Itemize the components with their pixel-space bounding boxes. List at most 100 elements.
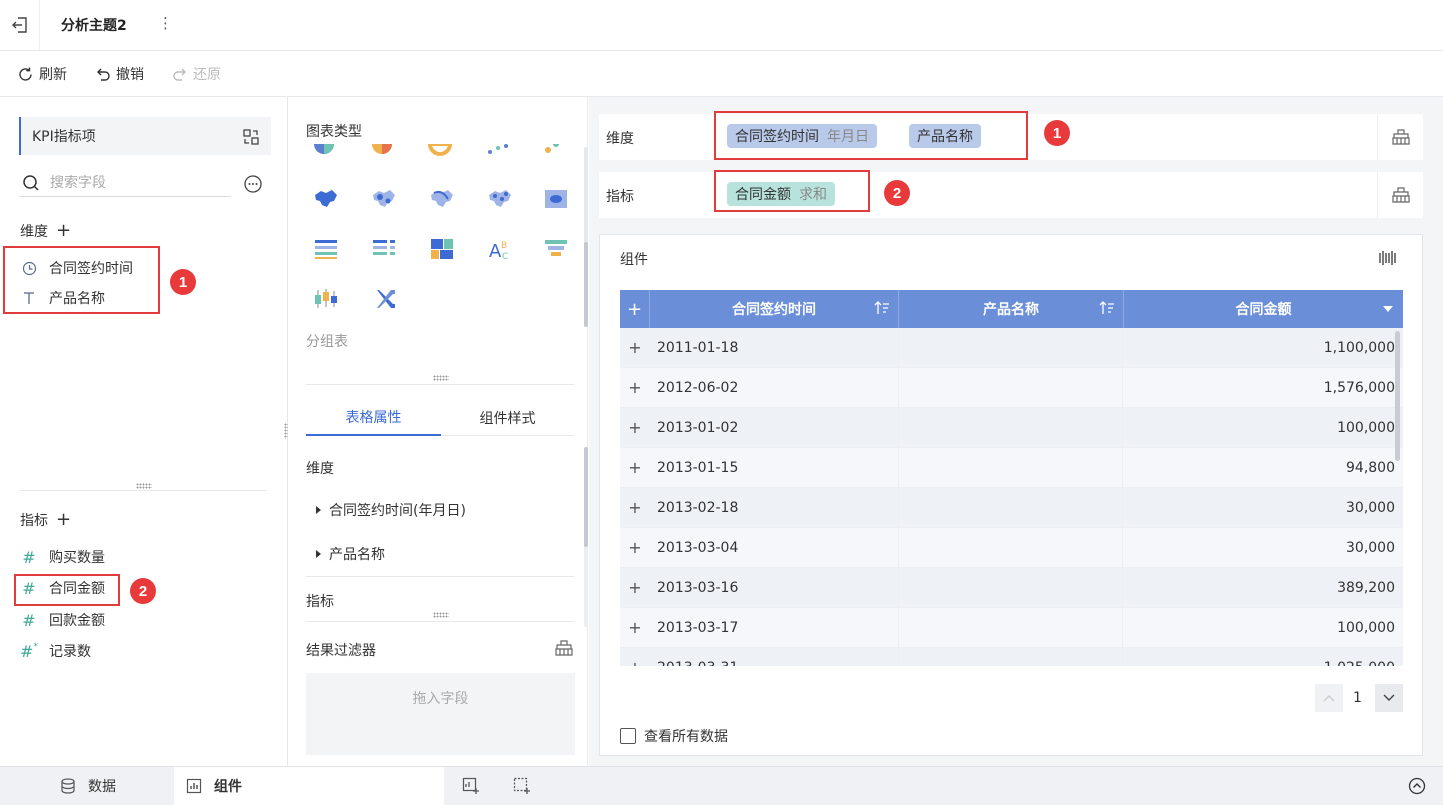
chart-type-treemap-icon[interactable]	[428, 237, 456, 261]
expand-row-icon[interactable]: +	[620, 338, 650, 357]
chart-type-funnel-icon[interactable]	[542, 237, 570, 261]
chart-type-flow-map-icon[interactable]	[428, 187, 456, 211]
table-row[interactable]: +2013-01-02 100,000	[620, 407, 1403, 448]
toolbar: 刷新 撤销 还原	[0, 51, 1443, 97]
view-all-checkbox[interactable]	[620, 728, 636, 744]
table-row[interactable]: +2013-03-17 100,000	[620, 607, 1403, 648]
callout-badge-2: 2	[130, 578, 156, 604]
search-input[interactable]	[50, 174, 220, 191]
filter-settings-icon[interactable]	[554, 639, 574, 657]
field-item-payment-amount[interactable]: # 回款金额	[20, 609, 105, 631]
table-row[interactable]: +2011-01-18 1,100,000	[620, 328, 1403, 368]
redo-label: 还原	[193, 67, 221, 83]
column-header-product-name[interactable]: 产品名称	[899, 290, 1124, 328]
database-icon	[60, 778, 76, 794]
table-row[interactable]: +2013-03-16 389,200	[620, 567, 1403, 608]
widget-title: 组件	[620, 252, 648, 268]
refresh-label: 刷新	[39, 67, 67, 83]
table-row[interactable]: +2013-03-04 30,000	[620, 527, 1403, 568]
filter-drop-zone[interactable]: 拖入字段	[306, 673, 575, 755]
collapse-up-icon[interactable]	[1408, 777, 1426, 795]
hash-icon: #	[22, 547, 36, 567]
measure-section: 指标 +	[20, 509, 71, 530]
table-row[interactable]: +2013-02-18 30,000	[620, 487, 1403, 528]
expand-triangle-icon	[316, 506, 321, 514]
cell-product-name	[898, 407, 1123, 448]
expand-row-icon[interactable]: +	[620, 538, 650, 557]
table-row[interactable]: +2012-06-02 1,576,000	[620, 367, 1403, 408]
page-prev-button[interactable]	[1315, 684, 1343, 712]
highlight-box-measure-shelf	[714, 170, 870, 212]
more-menu-icon[interactable]: ⋮	[158, 14, 173, 32]
field-item-contract-amount[interactable]: # 合同金额	[20, 577, 105, 599]
cell-contract-date: 2012-06-02	[657, 379, 739, 396]
field-item-product-name[interactable]: 产品名称	[20, 287, 105, 309]
kpi-selector[interactable]: KPI指标项	[19, 117, 271, 155]
expand-row-icon[interactable]: +	[620, 418, 650, 437]
chart-type-cross-table-icon[interactable]	[370, 237, 398, 261]
redo-button[interactable]: 还原	[172, 64, 221, 84]
switch-icon[interactable]	[242, 128, 260, 146]
column-header-contract-date[interactable]: 合同签约时间	[650, 290, 899, 328]
prop-dimension-product-name[interactable]: 产品名称	[316, 544, 385, 564]
field-item-record-count[interactable]: # * 记录数	[20, 640, 91, 662]
chart-type-word-cloud-icon[interactable]: ABC	[486, 237, 514, 261]
more-options-icon[interactable]	[243, 174, 263, 194]
chart-type-map-icon[interactable]	[312, 187, 340, 211]
chart-type-bubble-map-icon[interactable]	[370, 187, 398, 211]
search-icon	[22, 174, 40, 192]
column-header-contract-amount[interactable]: 合同金额	[1124, 290, 1403, 328]
column-label: 产品名称	[983, 302, 1039, 318]
refresh-button[interactable]: 刷新	[17, 64, 67, 84]
expand-row-icon[interactable]: +	[620, 658, 650, 666]
tab-label: 数据	[88, 779, 116, 795]
prop-dimension-contract-date[interactable]: 合同签约时间(年月日)	[316, 500, 466, 520]
chart-type-point-map-icon[interactable]	[486, 187, 514, 211]
dimension-shelf-settings-icon[interactable]	[1377, 114, 1423, 160]
tab-table-properties[interactable]: 表格属性	[306, 400, 441, 436]
add-measure-icon[interactable]: +	[56, 509, 71, 530]
prop-resize-handle[interactable]	[433, 612, 449, 618]
chart-type-detail-table-icon[interactable]	[312, 237, 340, 261]
chart-type-heat-map-icon[interactable]	[542, 187, 570, 211]
dropdown-caret-icon[interactable]	[1383, 306, 1393, 312]
add-dimension-icon[interactable]: +	[56, 220, 71, 241]
panel-resize-handle[interactable]	[136, 483, 152, 489]
tab-data[interactable]: 数据	[60, 767, 116, 805]
sort-icon[interactable]	[1099, 301, 1115, 315]
field-item-purchase-qty[interactable]: # 购买数量	[20, 546, 105, 568]
cell-contract-date: 2011-01-18	[657, 339, 739, 356]
bottom-tab-bar: 数据 组件	[0, 766, 1443, 805]
expand-row-icon[interactable]: +	[620, 458, 650, 477]
prop-measure-title: 指标	[306, 594, 334, 610]
expand-row-icon[interactable]: +	[620, 378, 650, 397]
properties-scrollbar[interactable]	[584, 447, 588, 627]
tab-component[interactable]: 组件	[174, 767, 444, 805]
view-all-data-toggle[interactable]: 查看所有数据	[620, 726, 728, 746]
add-dashboard-icon[interactable]	[513, 777, 531, 795]
expand-all-button[interactable]: +	[620, 290, 650, 328]
undo-button[interactable]: 撤销	[95, 64, 144, 84]
table-header: + 合同签约时间 产品名称 合同金额	[620, 290, 1403, 328]
chart-type-sankey-icon[interactable]	[370, 287, 398, 311]
tab-component-style[interactable]: 组件样式	[441, 400, 574, 436]
chart-type-resize-handle[interactable]	[433, 375, 449, 381]
exit-button[interactable]	[0, 0, 40, 50]
measure-shelf-settings-icon[interactable]	[1377, 172, 1423, 218]
expand-row-icon[interactable]: +	[620, 618, 650, 637]
chart-type-candlestick-icon[interactable]	[312, 287, 340, 311]
cell-product-name	[898, 527, 1123, 568]
sort-icon[interactable]	[874, 301, 890, 315]
table-row[interactable]: +2013-03-31 1,025,000	[620, 647, 1403, 666]
table-row[interactable]: +2013-01-15 94,800	[620, 447, 1403, 488]
chart-type-scrollbar[interactable]	[584, 147, 588, 327]
table-scrollbar[interactable]	[1395, 331, 1400, 461]
field-item-contract-date[interactable]: 合同签约时间	[20, 257, 133, 279]
page-number: 1	[1353, 690, 1362, 706]
add-component-icon[interactable]	[462, 777, 480, 795]
expand-row-icon[interactable]: +	[620, 498, 650, 517]
barcode-icon[interactable]	[1378, 250, 1398, 266]
expand-row-icon[interactable]: +	[620, 578, 650, 597]
page-next-button[interactable]	[1375, 684, 1403, 712]
cell-contract-amount: 94,800	[1346, 459, 1395, 476]
